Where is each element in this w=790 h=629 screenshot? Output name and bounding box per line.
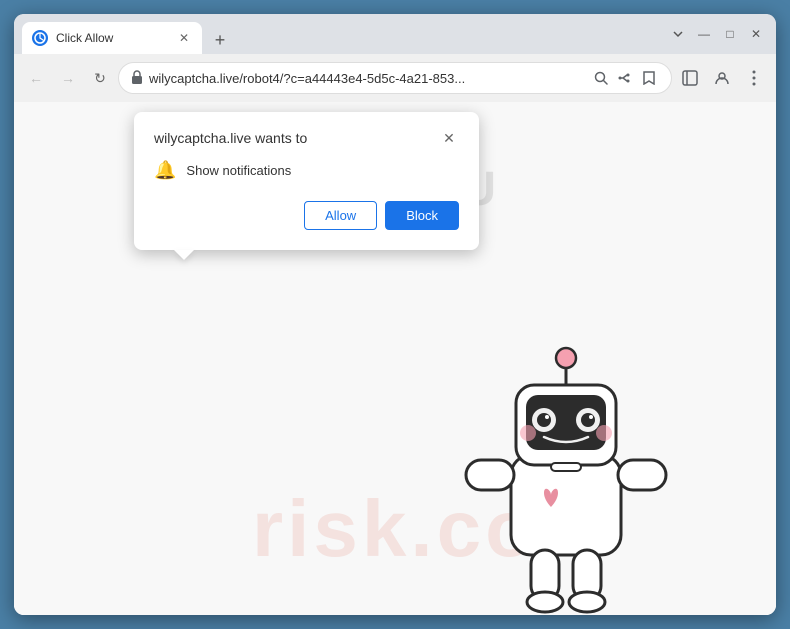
- share-icon[interactable]: [615, 68, 635, 88]
- allow-button[interactable]: Allow: [304, 201, 377, 230]
- search-icon[interactable]: [591, 68, 611, 88]
- minimize-button[interactable]: —: [692, 22, 716, 46]
- popup-header: wilycaptcha.live wants to ✕: [154, 128, 459, 148]
- webpage-background: risk.co OU: [14, 102, 776, 615]
- lock-icon: [131, 70, 143, 87]
- popup-buttons: Allow Block: [154, 201, 459, 230]
- browser-window: Click Allow ✕ + — □ ✕ ← → ↻ wilycaptcha.…: [14, 14, 776, 615]
- chevron-down-button[interactable]: [666, 22, 690, 46]
- window-controls: — □ ✕: [666, 22, 768, 46]
- new-tab-button[interactable]: +: [206, 26, 234, 54]
- webpage-content: risk.co OU: [14, 102, 776, 615]
- maximize-button[interactable]: □: [718, 22, 742, 46]
- refresh-button[interactable]: ↻: [86, 64, 114, 92]
- close-button[interactable]: ✕: [744, 22, 768, 46]
- tab-area: Click Allow ✕ +: [22, 14, 666, 54]
- popup-close-button[interactable]: ✕: [439, 128, 459, 148]
- menu-icon[interactable]: [740, 64, 768, 92]
- sidebar-toggle-icon[interactable]: [676, 64, 704, 92]
- active-tab[interactable]: Click Allow ✕: [22, 22, 202, 54]
- url-bar[interactable]: wilycaptcha.live/robot4/?c=a44443e4-5d5c…: [118, 62, 672, 94]
- bookmark-icon[interactable]: [639, 68, 659, 88]
- notification-popup: wilycaptcha.live wants to ✕ 🔔 Show notif…: [134, 112, 479, 250]
- tab-title: Click Allow: [56, 31, 168, 45]
- title-bar: Click Allow ✕ + — □ ✕: [14, 14, 776, 54]
- popup-title: wilycaptcha.live wants to: [154, 130, 307, 146]
- profile-icon[interactable]: [708, 64, 736, 92]
- address-bar: ← → ↻ wilycaptcha.live/robot4/?c=a44443e…: [14, 54, 776, 102]
- block-button[interactable]: Block: [385, 201, 459, 230]
- url-bar-icons: [591, 68, 659, 88]
- permission-text: Show notifications: [186, 163, 291, 178]
- url-text: wilycaptcha.live/robot4/?c=a44443e4-5d5c…: [149, 71, 585, 86]
- right-icons: [676, 64, 768, 92]
- robot-illustration: [436, 255, 696, 615]
- forward-button[interactable]: →: [54, 64, 82, 92]
- bell-icon: 🔔: [154, 160, 176, 181]
- tab-close-button[interactable]: ✕: [176, 30, 192, 46]
- tab-favicon: [32, 30, 48, 46]
- back-button[interactable]: ←: [22, 64, 50, 92]
- popup-permission-row: 🔔 Show notifications: [154, 160, 459, 181]
